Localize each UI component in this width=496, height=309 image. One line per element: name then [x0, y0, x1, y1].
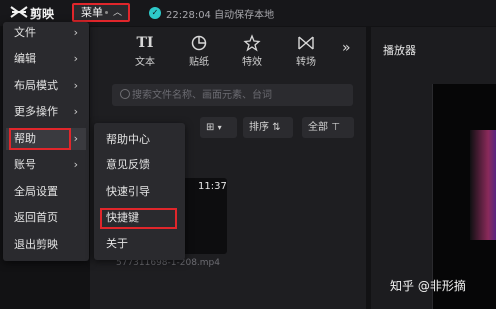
transition-icon	[298, 36, 314, 50]
toolbar-sticker[interactable]: 贴纸	[181, 34, 217, 68]
more-tools-button[interactable]: »	[342, 40, 351, 56]
watermark: 知乎 @非形摘	[390, 279, 466, 293]
submenu-item-quick-guide[interactable]: 快速引导	[106, 183, 150, 201]
media-duration: 11:37	[198, 181, 227, 192]
menu-item-more-actions[interactable]: 更多操作 ›	[6, 101, 86, 123]
menu-button-label: 菜单	[81, 6, 103, 19]
check-icon: ✓	[149, 7, 161, 19]
menu-item-label: 账号	[14, 158, 36, 171]
text-icon: TI	[136, 35, 154, 51]
toolbar-text-label: 文本	[135, 57, 155, 68]
menu-item-layout-mode[interactable]: 布局模式 ›	[6, 75, 86, 97]
menu-item-home[interactable]: 返回首页	[6, 207, 86, 229]
view-toggle-button[interactable]: ⊞ ▾	[200, 117, 237, 138]
filter-button[interactable]: 全部 ⊤	[302, 117, 354, 138]
submenu-item-help-center[interactable]: 帮助中心	[106, 131, 150, 149]
menu-item-label: 返回首页	[14, 211, 58, 224]
toolbar-transition-label: 转场	[296, 57, 316, 68]
menu-item-edit[interactable]: 编辑 ›	[6, 48, 86, 70]
menu-item-exit[interactable]: 退出剪映	[6, 234, 86, 256]
search-input[interactable]	[132, 87, 347, 103]
chevron-right-icon: ›	[73, 52, 78, 65]
toolbar-effects[interactable]: 特效	[234, 34, 270, 68]
chevron-right-icon: ›	[73, 132, 78, 145]
submenu-item-feedback[interactable]: 意见反馈	[106, 156, 150, 174]
menu-item-label: 退出剪映	[14, 238, 58, 251]
sort-icon: ⇅	[272, 122, 281, 133]
toolbar-transition[interactable]: 转场	[288, 34, 324, 68]
player-title: 播放器	[383, 44, 416, 57]
sort-label: 排序	[249, 122, 269, 133]
chevron-up-icon: ︿	[113, 8, 123, 18]
filter-icon: ⊤	[331, 122, 340, 133]
menu-item-label: 全局设置	[14, 185, 58, 198]
sort-button[interactable]: 排序 ⇅	[243, 117, 293, 138]
chevron-right-icon: ›	[73, 158, 78, 171]
save-status: 22:28:04 自动保存本地	[166, 10, 275, 21]
menu-dot-icon	[105, 11, 108, 14]
menu-item-label: 布局模式	[14, 79, 58, 92]
grid-icon: ⊞	[206, 122, 215, 133]
effects-icon	[243, 34, 261, 52]
toolbar-sticker-label: 贴纸	[189, 57, 209, 68]
menu-item-file[interactable]: 文件 ›	[6, 22, 86, 44]
submenu-item-about[interactable]: 关于	[106, 235, 128, 253]
menu-item-label: 编辑	[14, 52, 36, 65]
video-frame	[470, 130, 496, 240]
filter-label: 全部	[308, 122, 328, 133]
search-icon	[120, 89, 130, 99]
app-name: 剪映	[30, 7, 55, 21]
sticker-icon	[191, 35, 207, 51]
menu-item-settings[interactable]: 全局设置	[6, 181, 86, 203]
chevron-right-icon: ›	[73, 26, 78, 39]
capcut-logo-icon	[10, 6, 28, 18]
chevron-right-icon: ›	[73, 79, 78, 92]
toolbar-effects-label: 特效	[242, 57, 262, 68]
menu-item-label: 文件	[14, 26, 36, 39]
menu-item-label: 更多操作	[14, 105, 58, 118]
menu-button[interactable]: 菜单 ︿	[72, 3, 130, 22]
chevron-right-icon: ›	[73, 105, 78, 118]
media-search[interactable]	[112, 84, 353, 106]
toolbar-text[interactable]: TI 文本	[127, 34, 163, 68]
chevron-down-icon: ▾	[217, 123, 222, 132]
shortcuts-highlight-box	[100, 208, 177, 229]
menu-item-account[interactable]: 账号 ›	[6, 154, 86, 176]
help-highlight-box	[9, 128, 71, 150]
